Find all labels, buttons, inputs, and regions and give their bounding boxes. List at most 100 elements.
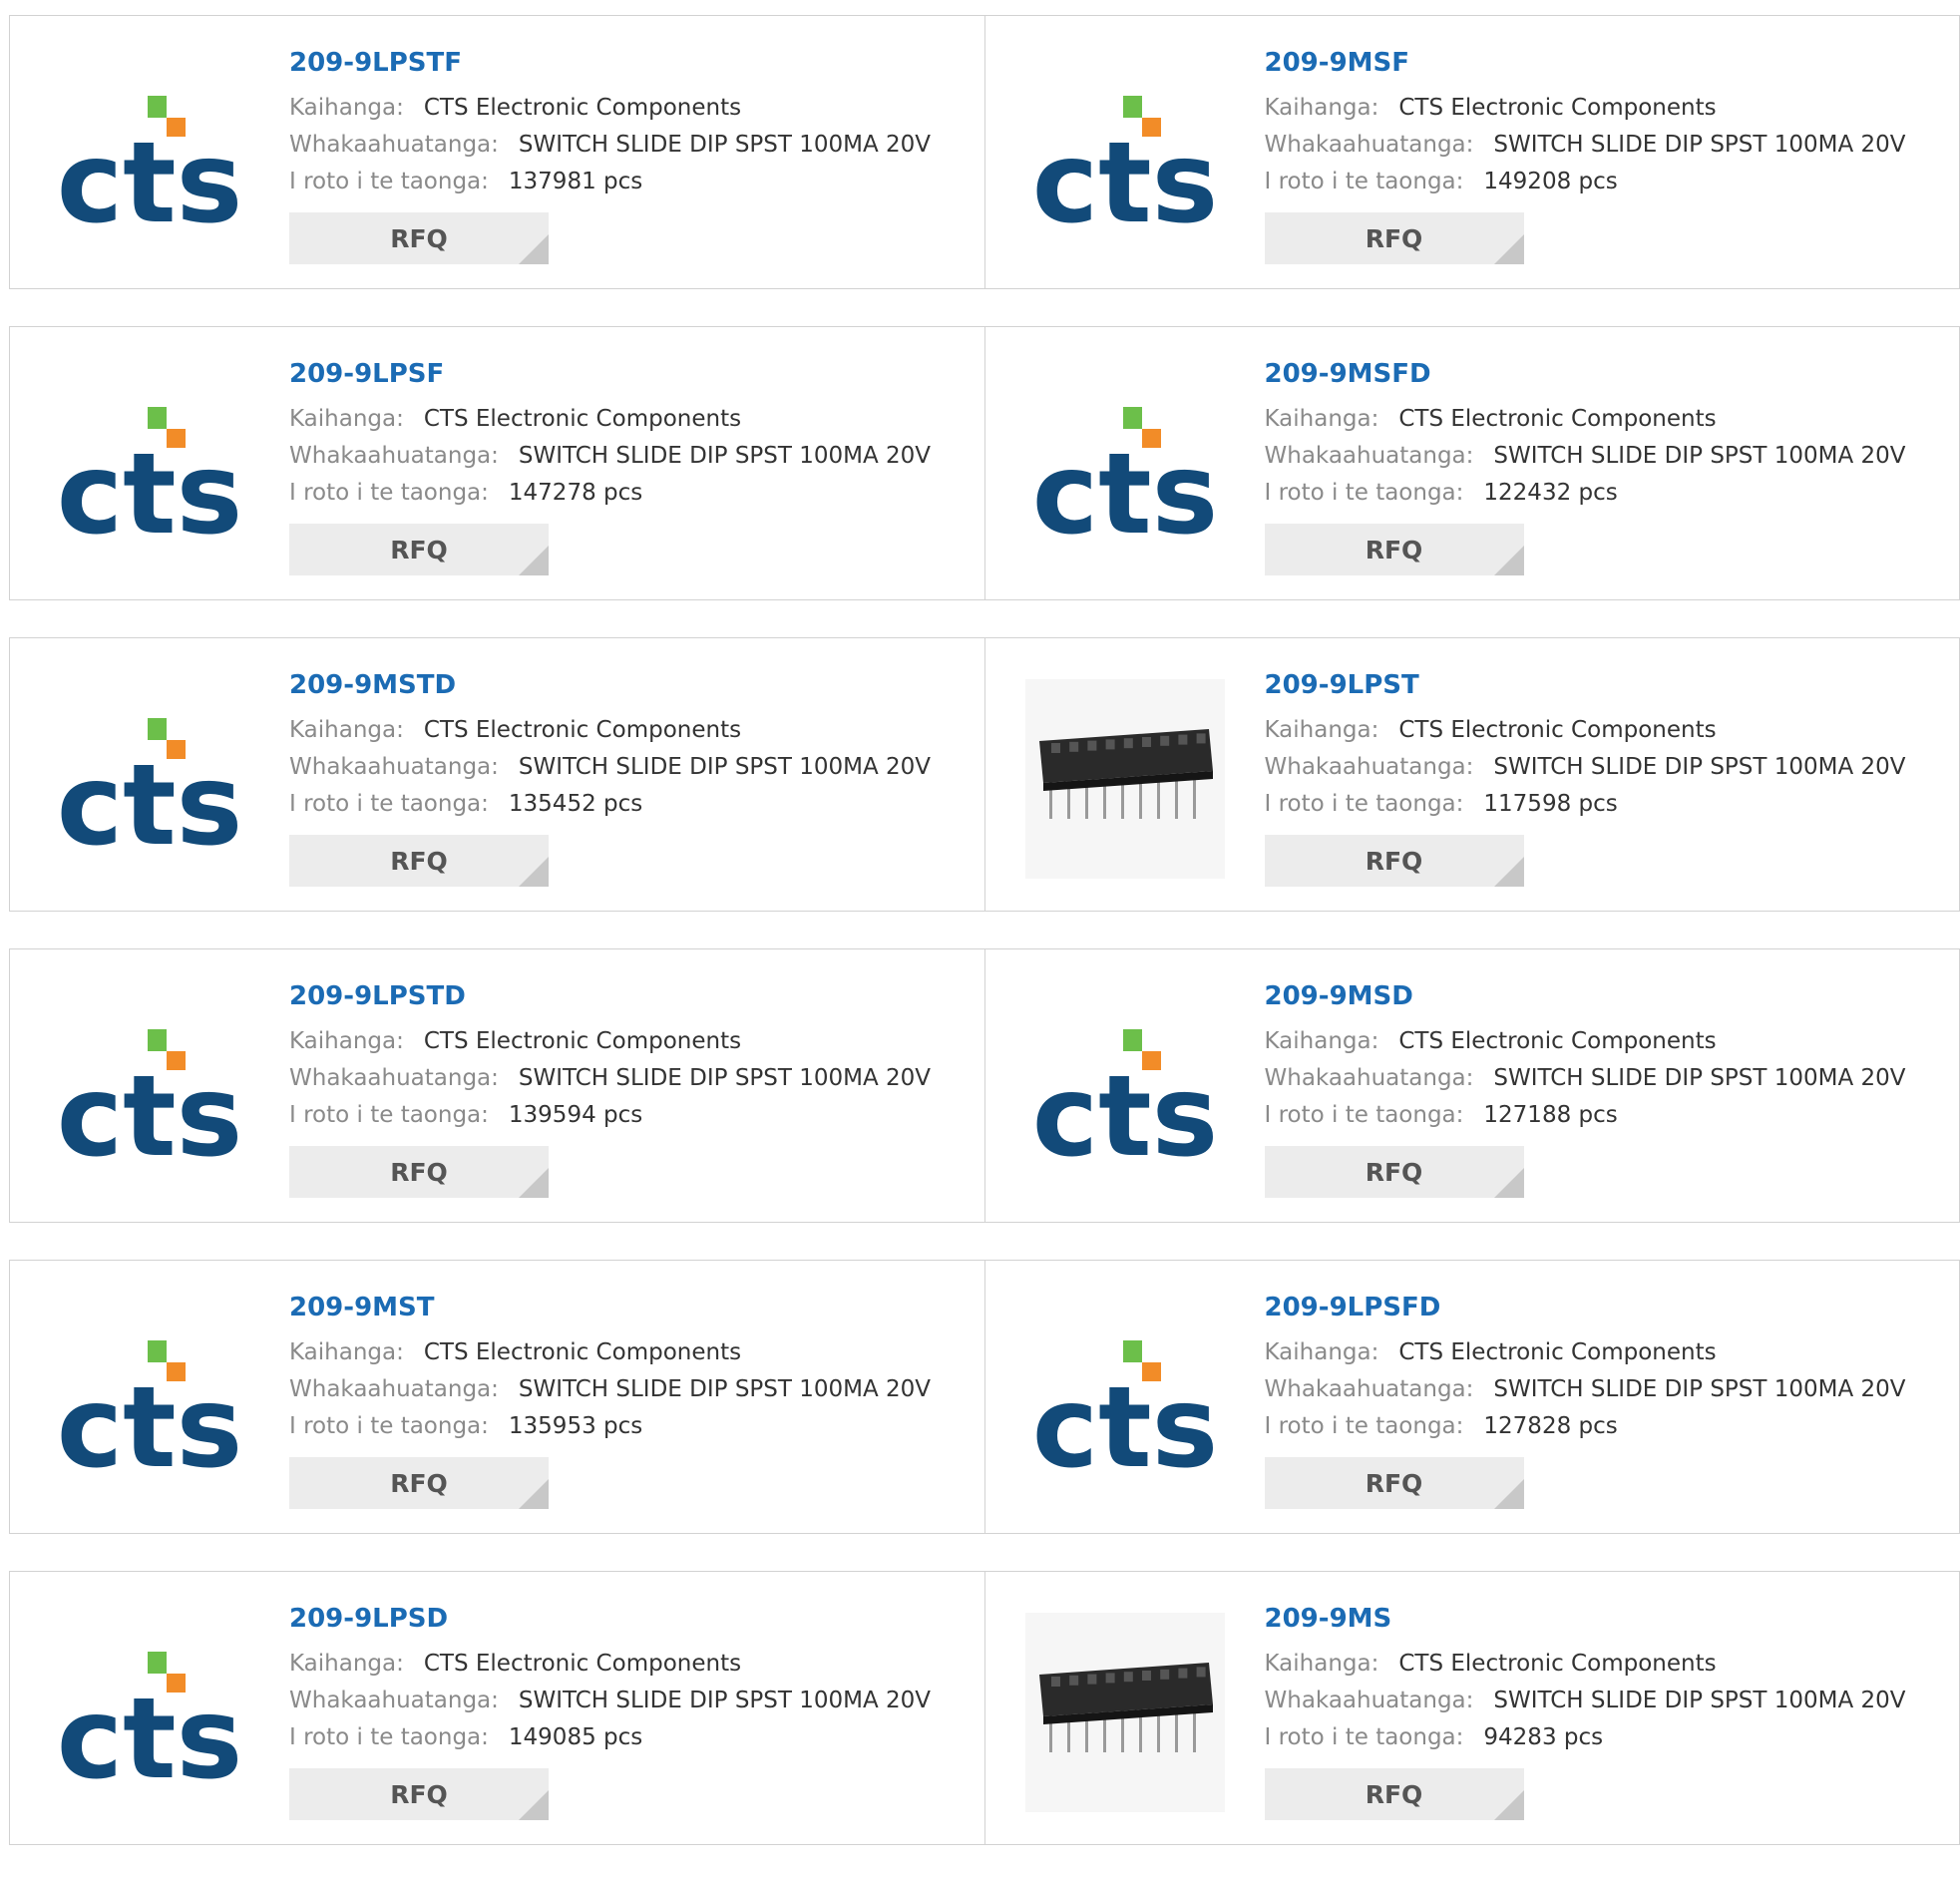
stock-line: I roto i te taonga:139594 pcs <box>289 1097 931 1134</box>
product-image[interactable]: cts <box>50 1613 249 1812</box>
rfq-button[interactable]: RFQ <box>289 1146 549 1198</box>
cts-logo-icon: cts <box>50 990 249 1190</box>
manufacturer-line: Kaihanga: CTS Electronic Components <box>289 1023 931 1060</box>
rfq-label: RFQ <box>390 224 448 253</box>
stock-label: I roto i te taonga: <box>289 169 489 194</box>
manufacturer-label: Kaihanga: <box>1265 1339 1379 1365</box>
product-image[interactable]: cts <box>50 368 249 567</box>
cts-logo-icon: cts <box>1025 1302 1225 1501</box>
corner-triangle-icon <box>519 857 549 887</box>
manufacturer-value: CTS Electronic Components <box>424 1028 741 1054</box>
manufacturer-label: Kaihanga: <box>289 1028 404 1054</box>
stock-label: I roto i te taonga: <box>1265 1102 1464 1128</box>
corner-triangle-icon <box>1494 1168 1524 1198</box>
product-card: cts 209-9LPSFD Kaihanga: CTS Electronic Com… <box>985 1261 1960 1533</box>
rfq-label: RFQ <box>1366 224 1423 253</box>
part-number-link[interactable]: 209-9MSD <box>1265 979 1906 1013</box>
product-image[interactable] <box>1025 1613 1225 1812</box>
cts-logo-icon: cts <box>1025 990 1225 1190</box>
rfq-button[interactable]: RFQ <box>1265 524 1524 575</box>
product-image[interactable]: cts <box>50 679 249 879</box>
corner-triangle-icon <box>1494 857 1524 887</box>
description-value: SWITCH SLIDE DIP SPST 100MA 20V <box>519 1065 931 1091</box>
stock-line: I roto i te taonga:135953 pcs <box>289 1408 931 1445</box>
part-number-link[interactable]: 209-9MSTD <box>289 668 931 702</box>
stock-line: I roto i te taonga: 149208 pcs <box>1265 164 1906 200</box>
stock-line: I roto i te taonga:147278 pcs <box>289 475 931 512</box>
rfq-button[interactable]: RFQ <box>1265 1146 1524 1198</box>
product-image[interactable]: cts <box>1025 1302 1225 1501</box>
rfq-button[interactable]: RFQ <box>1265 835 1524 887</box>
part-number-link[interactable]: 209-9LPSF <box>289 357 931 391</box>
description-line: Whakaahuatanga:SWITCH SLIDE DIP SPST 100… <box>289 127 931 164</box>
part-number-link[interactable]: 209-9MSF <box>1265 46 1906 80</box>
product-info: 209-9LPSFKaihanga:CTS Electronic Compone… <box>289 357 931 575</box>
product-card: 209-9MSKaihanga:CTS Electronic Component… <box>985 1572 1960 1844</box>
stock-line: I roto i te taonga: 127188 pcs <box>1265 1097 1906 1134</box>
stock-value: 122432 pcs <box>1483 480 1617 506</box>
description-line: Whakaahuatanga:SWITCH SLIDE DIP SPST 100… <box>289 1683 931 1719</box>
description-label: Whakaahuatanga: <box>289 1065 499 1091</box>
rfq-button[interactable]: RFQ <box>1265 212 1524 264</box>
product-image[interactable]: cts <box>1025 57 1225 256</box>
manufacturer-label: Kaihanga: <box>289 95 404 121</box>
description-label: Whakaahuatanga: <box>289 132 499 158</box>
manufacturer-value: CTS Electronic Components <box>424 95 741 121</box>
logo-text: cts <box>57 741 243 871</box>
product-image[interactable]: cts <box>50 1302 249 1501</box>
product-card: cts209-9MSFDKaihanga:CTS Electronic Comp… <box>985 327 1960 599</box>
part-number-link[interactable]: 209-9MSFD <box>1265 357 1906 391</box>
description-value: SWITCH SLIDE DIP SPST 100MA 20V <box>519 443 931 469</box>
manufacturer-line: Kaihanga: CTS Electronic Components <box>289 90 931 127</box>
cts-logo-icon: cts <box>50 368 249 567</box>
product-image[interactable]: cts <box>1025 368 1225 567</box>
description-label: Whakaahuatanga: <box>1265 1688 1474 1713</box>
stock-value: 149208 pcs <box>1483 169 1617 194</box>
rfq-button[interactable]: RFQ <box>289 212 549 264</box>
manufacturer-value: CTS Electronic Components <box>424 717 741 743</box>
manufacturer-line: Kaihanga:CTS Electronic Components <box>289 712 931 749</box>
part-number-link[interactable]: 209-9LPSTD <box>289 979 931 1013</box>
product-image[interactable]: cts <box>50 57 249 256</box>
rfq-button[interactable]: RFQ <box>289 835 549 887</box>
product-image[interactable] <box>1025 679 1225 879</box>
description-label: Whakaahuatanga: <box>289 754 499 780</box>
corner-triangle-icon <box>519 546 549 575</box>
rfq-button[interactable]: RFQ <box>1265 1768 1524 1820</box>
part-number-link[interactable]: 209-9LPSTF <box>289 46 931 80</box>
description-label: Whakaahuatanga: <box>1265 132 1474 158</box>
manufacturer-value: CTS Electronic Components <box>1398 1339 1716 1365</box>
part-number-link[interactable]: 209-9LPSFD <box>1265 1291 1906 1324</box>
part-number-link[interactable]: 209-9MST <box>289 1291 931 1324</box>
logo-text: cts <box>1031 1363 1218 1493</box>
part-number-link[interactable]: 209-9LPSD <box>289 1602 931 1636</box>
product-card: cts209-9LPSDKaihanga:CTS Electronic Comp… <box>10 1572 985 1844</box>
stock-label: I roto i te taonga: <box>1265 169 1464 194</box>
description-label: Whakaahuatanga: <box>289 443 499 469</box>
logo-text: cts <box>57 1675 243 1804</box>
rfq-button[interactable]: RFQ <box>1265 1457 1524 1509</box>
rfq-button[interactable]: RFQ <box>289 1457 549 1509</box>
description-value: SWITCH SLIDE DIP SPST 100MA 20V <box>1493 754 1905 780</box>
product-card: cts209-9MSDKaihanga:CTS Electronic Compo… <box>985 949 1960 1222</box>
stock-value: 135953 pcs <box>509 1413 642 1439</box>
description-line: Whakaahuatanga:SWITCH SLIDE DIP SPST 100… <box>1265 1371 1906 1408</box>
description-line: Whakaahuatanga: SWITCH SLIDE DIP SPST 100… <box>1265 1683 1906 1719</box>
description-value: SWITCH SLIDE DIP SPST 100MA 20V <box>1493 1688 1905 1713</box>
rfq-button[interactable]: RFQ <box>289 524 549 575</box>
manufacturer-value: CTS Electronic Components <box>1398 1651 1716 1677</box>
product-image[interactable]: cts <box>1025 990 1225 1190</box>
product-card: cts209-9MSTKaihanga:CTS Electronic Compo… <box>10 1261 985 1533</box>
rfq-label: RFQ <box>1366 847 1423 876</box>
stock-label: I roto i te taonga: <box>1265 791 1464 817</box>
logo-text: cts <box>1031 119 1218 248</box>
rfq-button[interactable]: RFQ <box>289 1768 549 1820</box>
part-number-link[interactable]: 209-9MS <box>1265 1602 1906 1636</box>
stock-value: 127188 pcs <box>1483 1102 1617 1128</box>
part-number-link[interactable]: 209-9LPST <box>1265 668 1906 702</box>
description-line: Whakaahuatanga:SWITCH SLIDE DIP SPST 100… <box>1265 1060 1906 1097</box>
corner-triangle-icon <box>519 1479 549 1509</box>
stock-value: 149085 pcs <box>509 1724 642 1750</box>
stock-value: 147278 pcs <box>509 480 642 506</box>
product-image[interactable]: cts <box>50 990 249 1190</box>
